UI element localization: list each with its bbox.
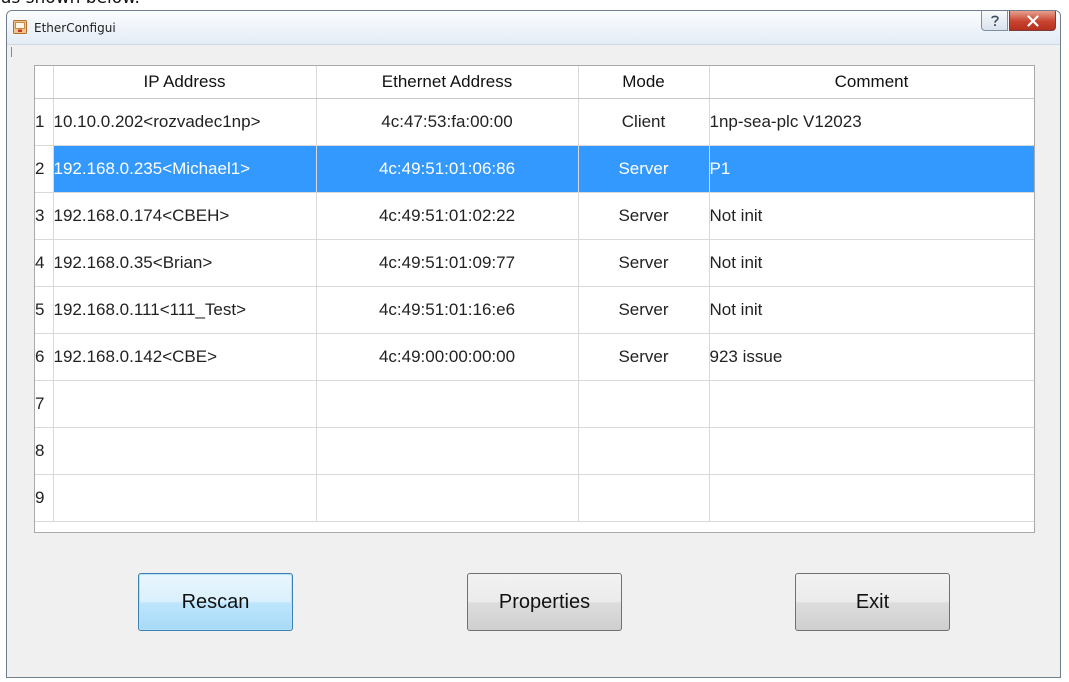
cell-mode[interactable]: [578, 427, 710, 475]
column-header-ip-address[interactable]: IP Address: [53, 66, 317, 99]
cell-ethernet-address[interactable]: [316, 474, 579, 522]
device-table[interactable]: IP Address Ethernet Address Mode Comment…: [34, 65, 1035, 533]
cell-mode[interactable]: Server: [578, 145, 710, 193]
cell-ethernet-address[interactable]: 4c:49:51:01:16:e6: [316, 286, 579, 334]
row-number: 7: [35, 380, 54, 428]
cell-comment[interactable]: [709, 380, 1034, 428]
page: as shown below. EtherConfigui: [0, 0, 1069, 682]
cell-ip-address[interactable]: [53, 427, 317, 475]
cell-mode[interactable]: [578, 474, 710, 522]
cell-mode[interactable]: Server: [578, 239, 710, 287]
cell-ethernet-address[interactable]: 4c:49:51:01:06:86: [316, 145, 579, 193]
cell-ethernet-address[interactable]: [316, 380, 579, 428]
table-row[interactable]: 7: [35, 380, 1034, 428]
cell-mode[interactable]: [578, 380, 710, 428]
title-bar[interactable]: EtherConfigui: [7, 11, 1060, 45]
row-number: 1: [35, 98, 54, 146]
table-row[interactable]: 6 192.168.0.142<CBE> 4c:49:00:00:00:00 Serv…: [35, 333, 1034, 381]
app-window-icon: [13, 20, 27, 34]
cell-ethernet-address[interactable]: 4c:49:51:01:02:22: [316, 192, 579, 240]
cell-ip-address[interactable]: [53, 474, 317, 522]
properties-button[interactable]: Properties: [467, 573, 622, 631]
table-row[interactable]: 3 192.168.0.174<CBEH> 4c:49:51:01:02:22 Ser…: [35, 192, 1034, 240]
table-row[interactable]: 9: [35, 474, 1034, 522]
cell-comment[interactable]: Not init: [709, 192, 1034, 240]
close-button[interactable]: [1009, 11, 1056, 31]
row-number: 8: [35, 427, 54, 475]
cell-ip-address[interactable]: [53, 380, 317, 428]
table-header-row: IP Address Ethernet Address Mode Comment: [35, 66, 1034, 99]
row-number: 4: [35, 239, 54, 287]
cell-comment[interactable]: Not init: [709, 239, 1034, 287]
table-row[interactable]: 5 192.168.0.111<111_Test> 4c:49:51:01:16:e…: [35, 286, 1034, 334]
cell-mode[interactable]: Server: [578, 286, 710, 334]
cell-ethernet-address[interactable]: 4c:47:53:fa:00:00: [316, 98, 579, 146]
column-header-ethernet-address[interactable]: Ethernet Address: [316, 66, 579, 99]
column-header-comment[interactable]: Comment: [709, 66, 1034, 99]
cell-comment[interactable]: P1: [709, 145, 1034, 193]
cell-ip-address[interactable]: 192.168.0.142<CBE>: [53, 333, 317, 381]
cell-mode[interactable]: Client: [578, 98, 710, 146]
row-number: 9: [35, 474, 54, 522]
exit-button[interactable]: Exit: [795, 573, 950, 631]
cell-ip-address[interactable]: 10.10.0.202<rozvadec1np>: [53, 98, 317, 146]
help-button[interactable]: [981, 11, 1008, 31]
cell-ethernet-address[interactable]: 4c:49:51:01:09:77: [316, 239, 579, 287]
table-row[interactable]: 1 10.10.0.202<rozvadec1np> 4c:47:53:fa:00:…: [35, 98, 1034, 146]
cell-ethernet-address[interactable]: 4c:49:00:00:00:00: [316, 333, 579, 381]
cell-ip-address[interactable]: 192.168.0.35<Brian>: [53, 239, 317, 287]
row-number: 6: [35, 333, 54, 381]
table-row[interactable]: 8: [35, 427, 1034, 475]
document-text-fragment: as shown below.: [1, 0, 140, 8]
window-title: EtherConfigui: [34, 21, 116, 35]
row-number: 5: [35, 286, 54, 334]
cell-comment[interactable]: 1np-sea-plc V12023: [709, 98, 1034, 146]
close-icon: [1026, 14, 1039, 27]
frame-tick: [11, 47, 12, 57]
cell-ip-address[interactable]: 192.168.0.111<111_Test>: [53, 286, 317, 334]
cell-comment[interactable]: [709, 427, 1034, 475]
row-number: 2: [35, 145, 54, 193]
cell-ip-address[interactable]: 192.168.0.174<CBEH>: [53, 192, 317, 240]
cell-mode[interactable]: Server: [578, 333, 710, 381]
row-number: 3: [35, 192, 54, 240]
cell-comment[interactable]: 923 issue: [709, 333, 1034, 381]
rescan-button[interactable]: Rescan: [138, 573, 293, 631]
row-header-corner: [35, 66, 54, 99]
cell-mode[interactable]: Server: [578, 192, 710, 240]
cell-ip-address[interactable]: 192.168.0.235<Michael1>: [53, 145, 317, 193]
column-header-mode[interactable]: Mode: [578, 66, 710, 99]
table-row[interactable]: 4 192.168.0.35<Brian> 4c:49:51:01:09:77 Ser…: [35, 239, 1034, 287]
cell-comment[interactable]: Not init: [709, 286, 1034, 334]
etherconfig-dialog: EtherConfigui IP Address Ethernet Addres…: [6, 10, 1061, 678]
help-icon: [990, 15, 999, 26]
cell-ethernet-address[interactable]: [316, 427, 579, 475]
cell-comment[interactable]: [709, 474, 1034, 522]
table-row[interactable]: 2 192.168.0.235<Michael1> 4c:49:51:01:06:8…: [35, 145, 1034, 193]
